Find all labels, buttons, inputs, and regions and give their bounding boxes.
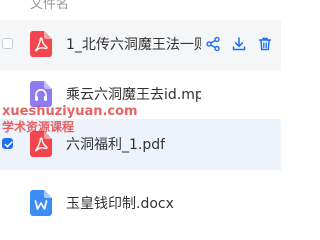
download-icon[interactable] xyxy=(231,36,247,52)
file-name[interactable]: 玉皇钱印制.docx xyxy=(66,195,174,213)
column-header-name[interactable]: 文件名 xyxy=(30,0,69,12)
file-row[interactable]: 六洞福利_1.pdf xyxy=(0,120,281,170)
file-name[interactable]: 六洞福利_1.pdf xyxy=(66,136,165,154)
file-row[interactable]: 玉皇钱印制.docx xyxy=(0,170,281,239)
pdf-file-icon xyxy=(30,31,52,57)
docx-file-icon xyxy=(30,190,52,216)
share-icon[interactable] xyxy=(205,36,221,52)
trash-icon[interactable] xyxy=(257,36,273,52)
file-list-header: 文件名 xyxy=(0,0,281,12)
row-checkbox-checked[interactable] xyxy=(2,138,13,149)
file-name[interactable]: 乘云六洞魔王去id.mp3 xyxy=(66,86,201,104)
pdf-file-icon xyxy=(30,131,52,157)
file-name[interactable]: 1_北传六洞魔王法一则（... xyxy=(66,36,201,54)
row-actions xyxy=(205,36,275,54)
file-row[interactable]: 1_北传六洞魔王法一则（... xyxy=(0,20,281,70)
file-row[interactable]: 乘云六洞魔王去id.mp3 xyxy=(0,70,281,120)
row-checkbox[interactable] xyxy=(2,38,13,49)
audio-file-icon xyxy=(30,81,52,107)
